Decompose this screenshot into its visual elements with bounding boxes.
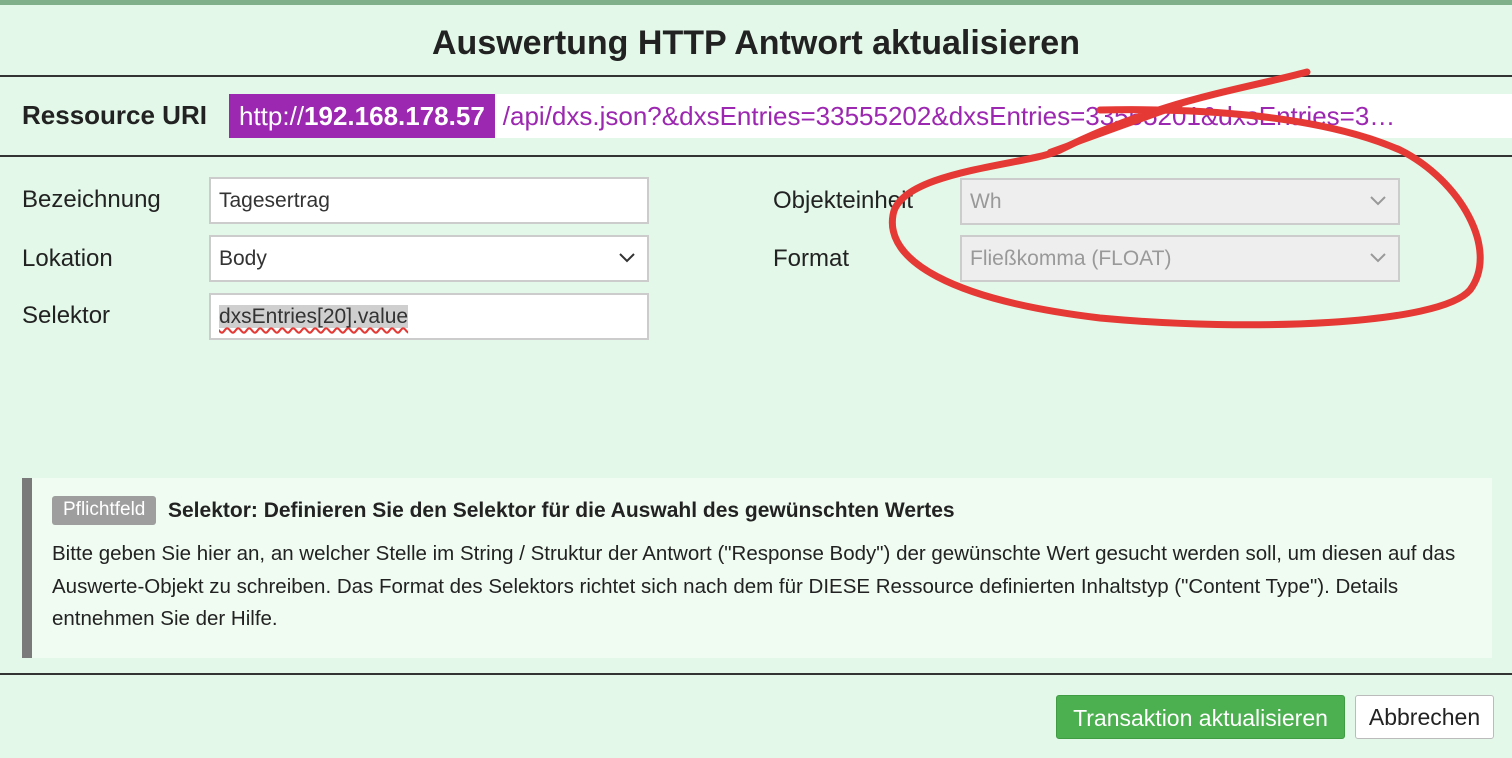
footer-divider xyxy=(0,673,1512,675)
format-select[interactable]: Fließkomma (FLOAT) xyxy=(960,235,1400,282)
objekteinheit-label: Objekteinheit xyxy=(773,187,914,214)
selektor-value: dxsEntries[20].value xyxy=(219,305,409,328)
cancel-button[interactable]: Abbrechen xyxy=(1355,695,1494,739)
bezeichnung-value: Tagesertrag xyxy=(219,189,330,212)
resource-uri-field[interactable]: http://192.168.178.57 /api/dxs.json?&dxs… xyxy=(229,94,1512,138)
resource-uri-path: /api/dxs.json?&dxsEntries=33555202&dxsEn… xyxy=(502,101,1396,131)
help-title: Selektor: Definieren Sie den Selektor fü… xyxy=(168,499,955,522)
format-label: Format xyxy=(773,245,850,272)
objekteinheit-select[interactable]: Wh xyxy=(960,178,1400,225)
lokation-value: Body xyxy=(219,247,267,270)
chevron-down-icon xyxy=(1370,196,1386,206)
bezeichnung-label: Bezeichnung xyxy=(22,186,161,213)
chevron-down-icon xyxy=(619,253,635,263)
selektor-input[interactable]: dxsEntries[20].value xyxy=(209,293,649,340)
lokation-select[interactable]: Body xyxy=(209,235,649,282)
objekteinheit-value: Wh xyxy=(970,190,1002,213)
resource-uri-row: Ressource URI http://192.168.178.57 /api… xyxy=(0,77,1512,157)
modal-header: Auswertung HTTP Antwort aktualisieren xyxy=(0,5,1512,77)
help-callout: Pflichtfeld Selektor: Definieren Sie den… xyxy=(22,478,1492,658)
uri-host: 192.168.178.57 xyxy=(304,101,485,131)
help-text: Bitte geben Sie hier an, an welcher Stel… xyxy=(52,542,1456,630)
modal-title: Auswertung HTTP Antwort aktualisieren xyxy=(432,24,1080,62)
required-badge: Pflichtfeld xyxy=(52,496,157,525)
chevron-down-icon xyxy=(1370,253,1386,263)
format-value: Fließkomma (FLOAT) xyxy=(970,247,1172,270)
lokation-label: Lokation xyxy=(22,245,113,272)
update-transaction-button[interactable]: Transaktion aktualisieren xyxy=(1056,695,1345,739)
resource-uri-label: Ressource URI xyxy=(22,100,207,130)
modal-dialog: Auswertung HTTP Antwort aktualisieren Re… xyxy=(0,5,1512,758)
resource-uri-host-badge: http://192.168.178.57 xyxy=(229,94,495,138)
bezeichnung-input[interactable]: Tagesertrag xyxy=(209,177,649,224)
selektor-label: Selektor xyxy=(22,302,111,329)
uri-scheme: http:// xyxy=(239,101,305,131)
